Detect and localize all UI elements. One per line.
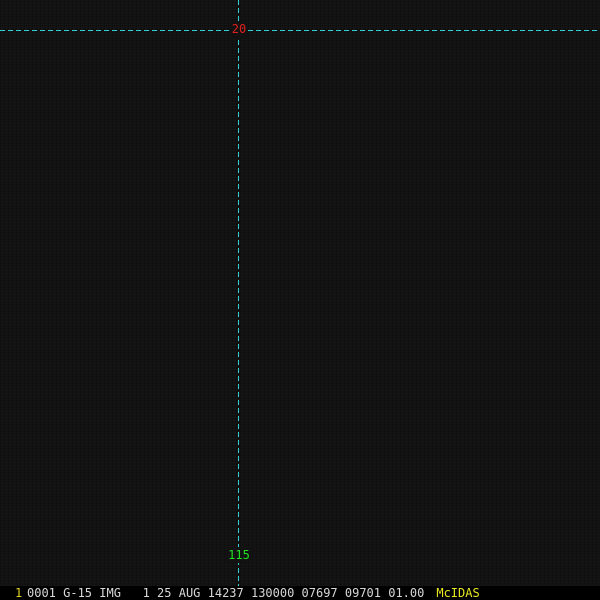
satellite-image-area: 20 115 [0, 0, 600, 586]
longitude-label: 115 [226, 547, 252, 563]
latitude-label: 20 [230, 21, 248, 37]
map-grid-overlay [0, 0, 600, 586]
image-header-text: 0001 G-15 IMG 1 25 AUG 14237 130000 0769… [27, 586, 425, 600]
image-status-bar: 1 0001 G-15 IMG 1 25 AUG 14237 130000 076… [0, 586, 600, 600]
mcidas-display-frame: 20 115 1 0001 G-15 IMG 1 25 AUG 14237 130… [0, 0, 600, 600]
frame-number: 1 [15, 586, 23, 600]
mcidas-brand-label: McIDAS [436, 586, 480, 600]
